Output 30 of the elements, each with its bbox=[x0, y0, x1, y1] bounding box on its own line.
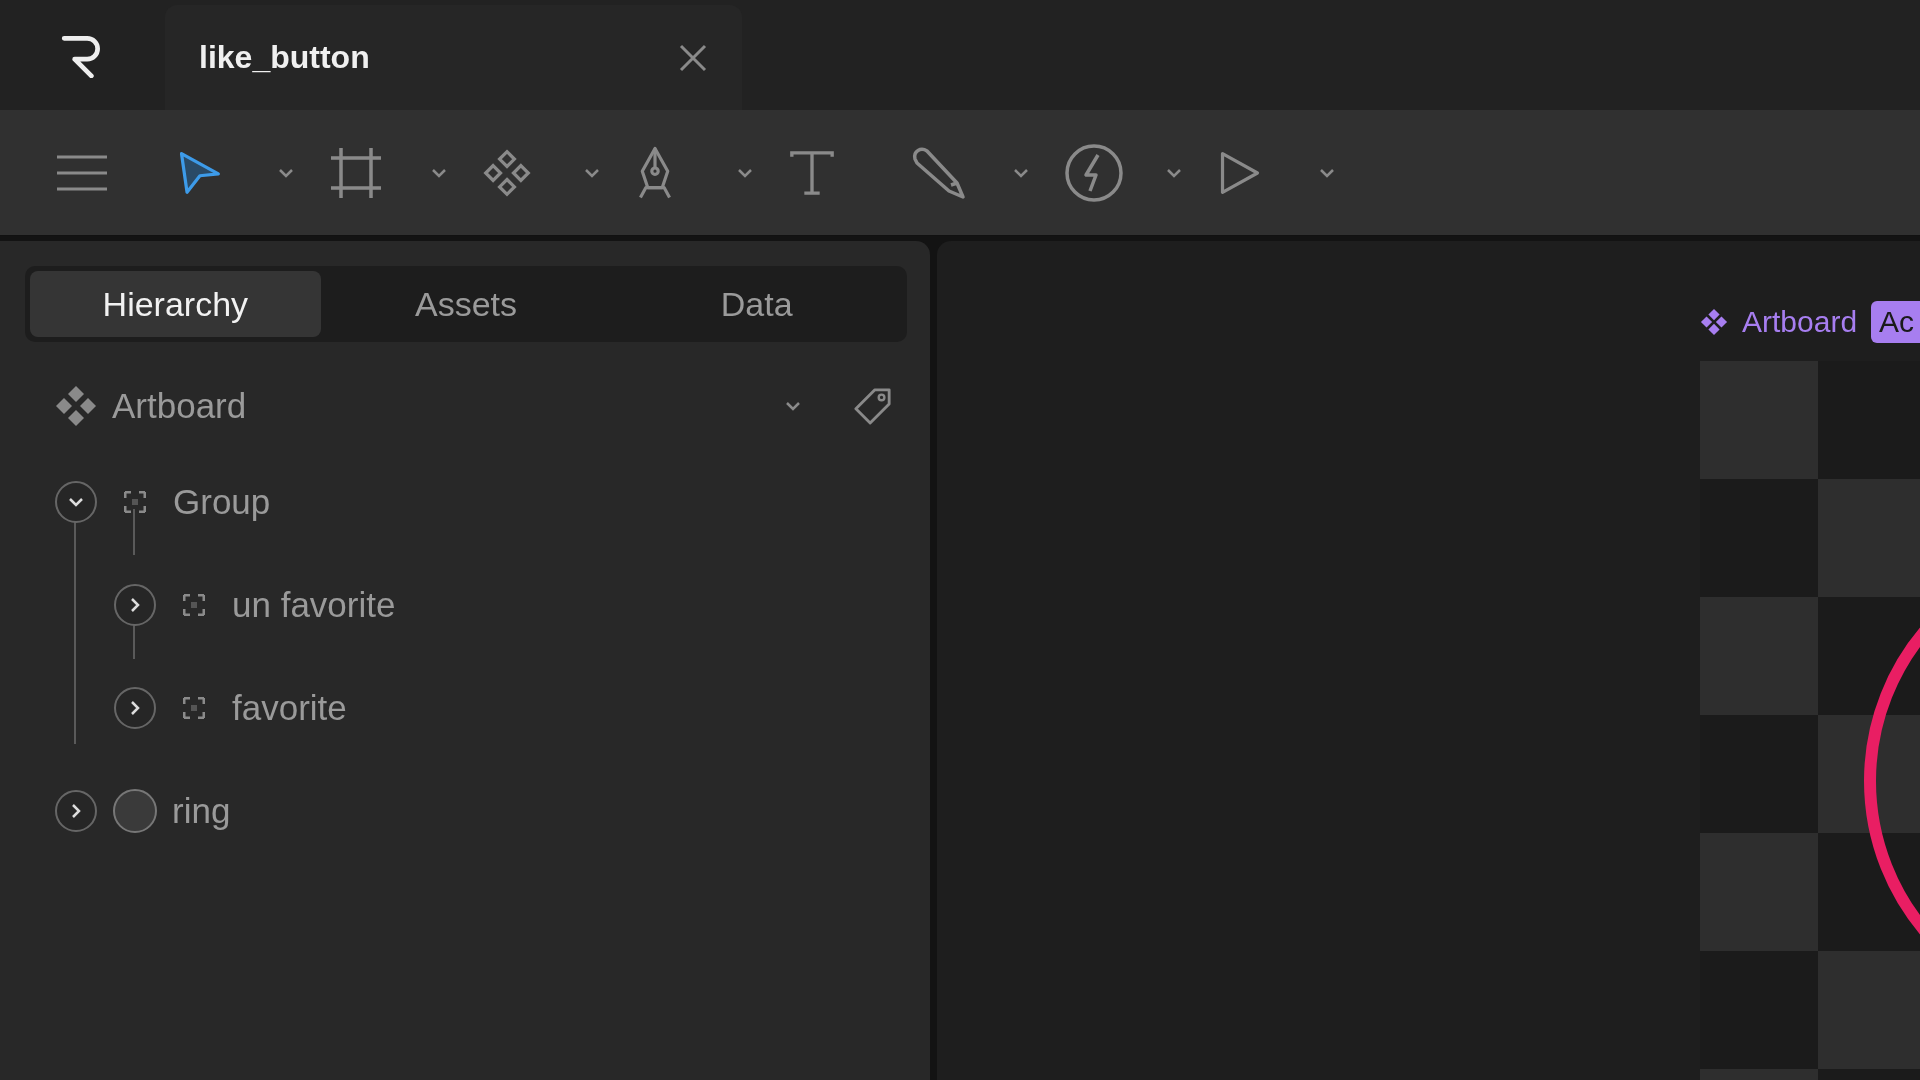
tag-icon[interactable] bbox=[854, 387, 892, 425]
collapse-toggle[interactable] bbox=[54, 479, 98, 524]
panel-tab[interactable]: Data bbox=[611, 271, 902, 337]
component-icon bbox=[1700, 308, 1728, 336]
layer-name[interactable]: un favorite bbox=[232, 584, 396, 625]
expand-toggle[interactable] bbox=[113, 685, 157, 730]
text-icon bbox=[788, 148, 836, 197]
group-icon bbox=[124, 490, 146, 513]
expand-toggle[interactable] bbox=[113, 582, 157, 627]
group-icon bbox=[183, 696, 205, 719]
caret-icon[interactable] bbox=[785, 401, 801, 411]
menu-icon[interactable] bbox=[57, 154, 107, 191]
close-icon[interactable] bbox=[678, 42, 708, 73]
panel-tab[interactable]: Assets bbox=[320, 271, 612, 337]
frame-icon bbox=[329, 145, 383, 200]
layer-name[interactable]: ring bbox=[172, 790, 231, 831]
artboard-name[interactable]: Artboard bbox=[112, 386, 770, 426]
artboard-label[interactable]: Artboard bbox=[1742, 305, 1858, 339]
layer-name[interactable]: favorite bbox=[232, 687, 347, 728]
component-icon bbox=[55, 385, 97, 427]
document-tab[interactable]: like_button bbox=[165, 5, 742, 110]
ellipse-icon bbox=[112, 787, 158, 834]
layer-name[interactable]: Group bbox=[173, 481, 271, 522]
group-icon bbox=[183, 593, 205, 616]
lightning-icon bbox=[1064, 142, 1124, 203]
panel-tab[interactable]: Hierarchy bbox=[30, 271, 321, 337]
artboard-badge[interactable]: Ac bbox=[1871, 301, 1920, 343]
expand-toggle[interactable] bbox=[54, 788, 98, 833]
document-title: like_button bbox=[199, 39, 370, 76]
component-icon bbox=[482, 147, 532, 198]
